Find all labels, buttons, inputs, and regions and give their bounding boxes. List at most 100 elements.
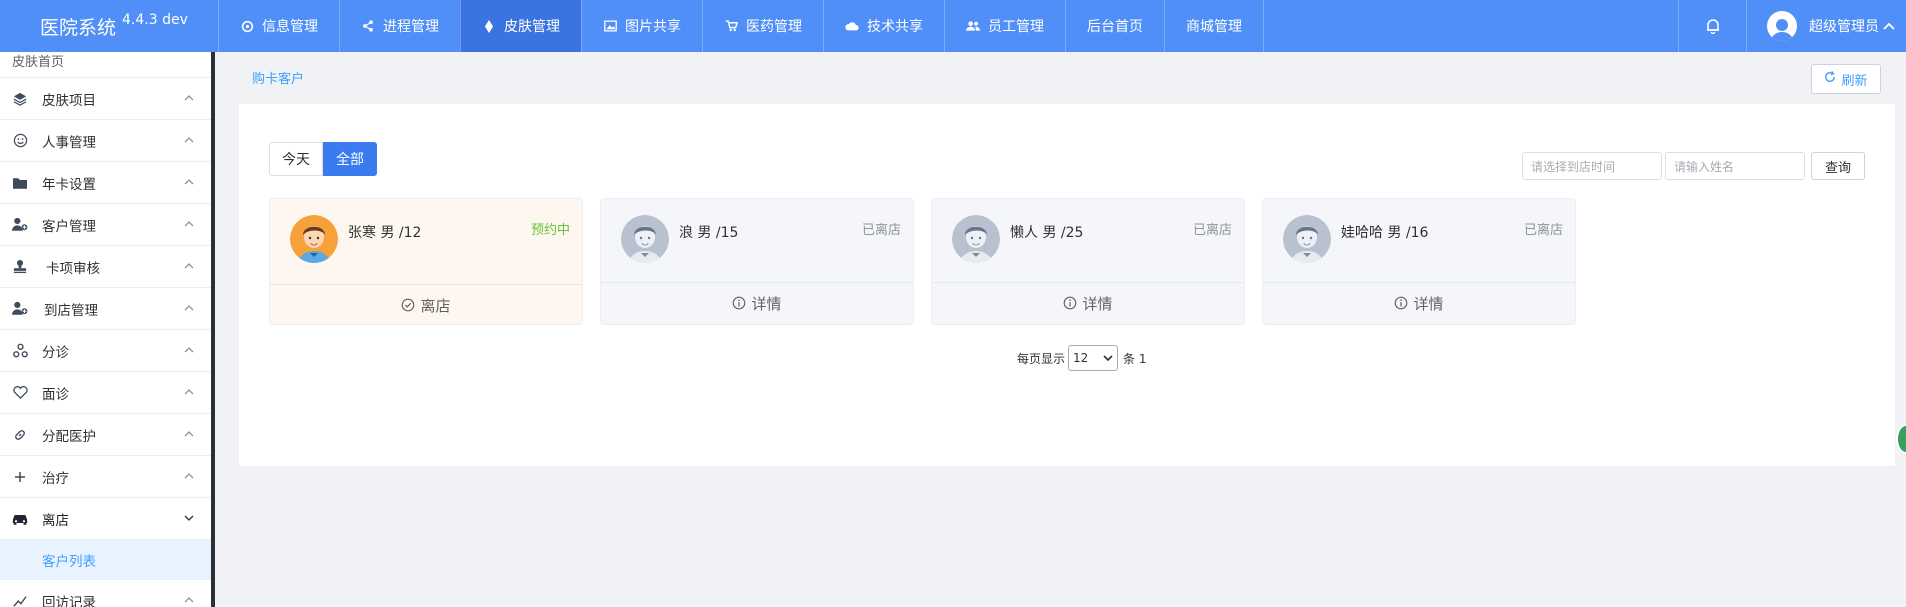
chevron-up-icon (184, 473, 194, 479)
sidebar-item-triage[interactable]: 分诊 (0, 330, 211, 372)
breadcrumb[interactable]: 购卡客户 (252, 68, 304, 87)
chevron-up-icon (184, 597, 194, 603)
customer-card[interactable]: 张寒 男 /12 预约中 离店 (269, 198, 583, 325)
sidebar-item-label: 人事管理 (42, 134, 96, 151)
stamp-icon (12, 259, 28, 275)
today-button[interactable]: 今天 (269, 142, 323, 176)
link-icon (12, 427, 28, 443)
nav-process[interactable]: 进程管理 (339, 0, 460, 52)
nav-mall[interactable]: 商城管理 (1164, 0, 1264, 52)
customer-card[interactable]: 懒人 男 /25 已离店 详情 (931, 198, 1245, 325)
details-button[interactable]: 详情 (601, 283, 913, 323)
user-menu[interactable]: 超级管理员 (1746, 0, 1906, 52)
chevron-up-icon (184, 431, 194, 437)
nav-label: 图片共享 (625, 19, 681, 35)
refresh-label: 刷新 (1841, 73, 1868, 89)
sidebar-item-customers[interactable]: 客户管理 (0, 204, 211, 246)
nav-medicine[interactable]: 医药管理 (702, 0, 823, 52)
customer-card[interactable]: 娃哈哈 男 /16 已离店 详情 (1262, 198, 1576, 325)
nav-label: 信息管理 (262, 19, 318, 35)
triage-icon (12, 343, 28, 359)
sidebar-item-label: 皮肤项目 (42, 92, 96, 109)
avatar (1767, 11, 1797, 41)
customer-name: 懒人 男 /25 (1010, 225, 1084, 241)
sidebar-item-label: 回访记录 (42, 594, 96, 607)
sidebar-item-card-review[interactable]: 卡项审核 (0, 246, 211, 288)
sidebar-item-label: 客户管理 (42, 218, 96, 235)
nav-tech[interactable]: 技术共享 (823, 0, 944, 52)
pagination: 每页显示 12 条 1 (1017, 345, 1146, 371)
chevron-down-icon (184, 515, 194, 521)
avatar (1283, 215, 1331, 263)
cloud-icon (845, 19, 859, 33)
filter-bar: 请选择到店时间 请输入姓名 查询 (1522, 152, 1865, 180)
sidebar-item-treatment[interactable]: 治疗 (0, 456, 211, 498)
folder-icon (12, 175, 28, 191)
sidebar-item-hr[interactable]: 人事管理 (0, 120, 211, 162)
card-header: 张寒 男 /12 预约中 (270, 199, 582, 285)
top-bar: 医院系统 4.4.3 dev 信息管理 进程管理 皮肤管理 图片共享 医药管理 … (0, 0, 1906, 52)
chart-icon (12, 593, 28, 607)
sidebar-item-consult[interactable]: 面诊 (0, 372, 211, 414)
nav-label: 技术共享 (867, 19, 923, 35)
users-icon (966, 19, 980, 33)
all-button[interactable]: 全部 (323, 142, 377, 176)
leave-button[interactable]: 离店 (270, 285, 582, 325)
sidebar-item-label: 分诊 (42, 344, 69, 361)
chevron-down-icon (1103, 354, 1113, 361)
nav-skin[interactable]: 皮肤管理 (460, 0, 581, 52)
total-label: 条 1 (1123, 351, 1147, 366)
sidebar-item-label: 面诊 (42, 386, 69, 403)
floating-widget[interactable] (1896, 424, 1906, 454)
image-icon (603, 19, 617, 33)
sidebar-item-followup[interactable]: 回访记录 (0, 580, 211, 607)
sidebar-home[interactable]: 皮肤首页 (0, 52, 211, 78)
date-range-toggle: 今天 全部 (269, 142, 377, 176)
sidebar-item-label: 卡项审核 (46, 260, 100, 277)
action-label: 详情 (1082, 294, 1113, 313)
layers-icon (12, 91, 28, 107)
brand[interactable]: 医院系统 4.4.3 dev (0, 0, 218, 52)
sidebar-item-label: 离店 (42, 512, 69, 529)
details-button[interactable]: 详情 (932, 283, 1244, 323)
nav-label: 员工管理 (988, 19, 1044, 35)
nav-label: 商城管理 (1186, 19, 1242, 35)
page-size-select[interactable]: 12 (1068, 345, 1119, 371)
nav-images[interactable]: 图片共享 (581, 0, 702, 52)
user-name: 超级管理员 (1809, 19, 1879, 35)
nav-info[interactable]: 信息管理 (218, 0, 339, 52)
action-label: 离店 (420, 296, 451, 315)
status-badge: 已离店 (1192, 223, 1232, 238)
brand-version: 4.4.3 dev (122, 12, 188, 28)
sidebar-item-assign[interactable]: 分配医护 (0, 414, 211, 456)
sidebar-item-annual-card[interactable]: 年卡设置 (0, 162, 211, 204)
customer-card[interactable]: 浪 男 /15 已离店 详情 (600, 198, 914, 325)
bell-icon[interactable] (1678, 0, 1746, 52)
chevron-up-icon (184, 221, 194, 227)
top-nav: 信息管理 进程管理 皮肤管理 图片共享 医药管理 技术共享 员工管理 后台首页 (218, 0, 1264, 52)
nav-dashboard[interactable]: 后台首页 (1065, 0, 1164, 52)
arrival-date-input[interactable]: 请选择到店时间 (1522, 152, 1662, 180)
name-search-input[interactable]: 请输入姓名 (1665, 152, 1805, 180)
sidebar-item-leave[interactable]: 离店 (0, 498, 211, 540)
user-add-icon (12, 301, 28, 317)
info-icon (1063, 296, 1077, 310)
sidebar-item-arrival[interactable]: 到店管理 (0, 288, 211, 330)
smile-icon (12, 133, 28, 149)
nav-staff[interactable]: 员工管理 (944, 0, 1065, 52)
details-button[interactable]: 详情 (1263, 283, 1575, 323)
sidebar-item-skin-projects[interactable]: 皮肤项目 (0, 78, 211, 120)
card-header: 娃哈哈 男 /16 已离店 (1263, 199, 1575, 283)
avatar (621, 215, 669, 263)
info-icon (1394, 296, 1408, 310)
query-button[interactable]: 查询 (1811, 152, 1865, 180)
refresh-button[interactable]: 刷新 (1811, 64, 1881, 94)
brand-title: 医院系统 (40, 16, 117, 39)
nav-label: 医药管理 (746, 19, 802, 35)
status-badge: 预约中 (530, 223, 570, 238)
status-badge: 已离店 (1523, 223, 1563, 238)
user-add-icon (12, 217, 28, 233)
chevron-up-icon (184, 305, 194, 311)
sidebar-subitem-customer-list[interactable]: 客户列表 (0, 540, 211, 580)
chevron-up-icon (184, 179, 194, 185)
